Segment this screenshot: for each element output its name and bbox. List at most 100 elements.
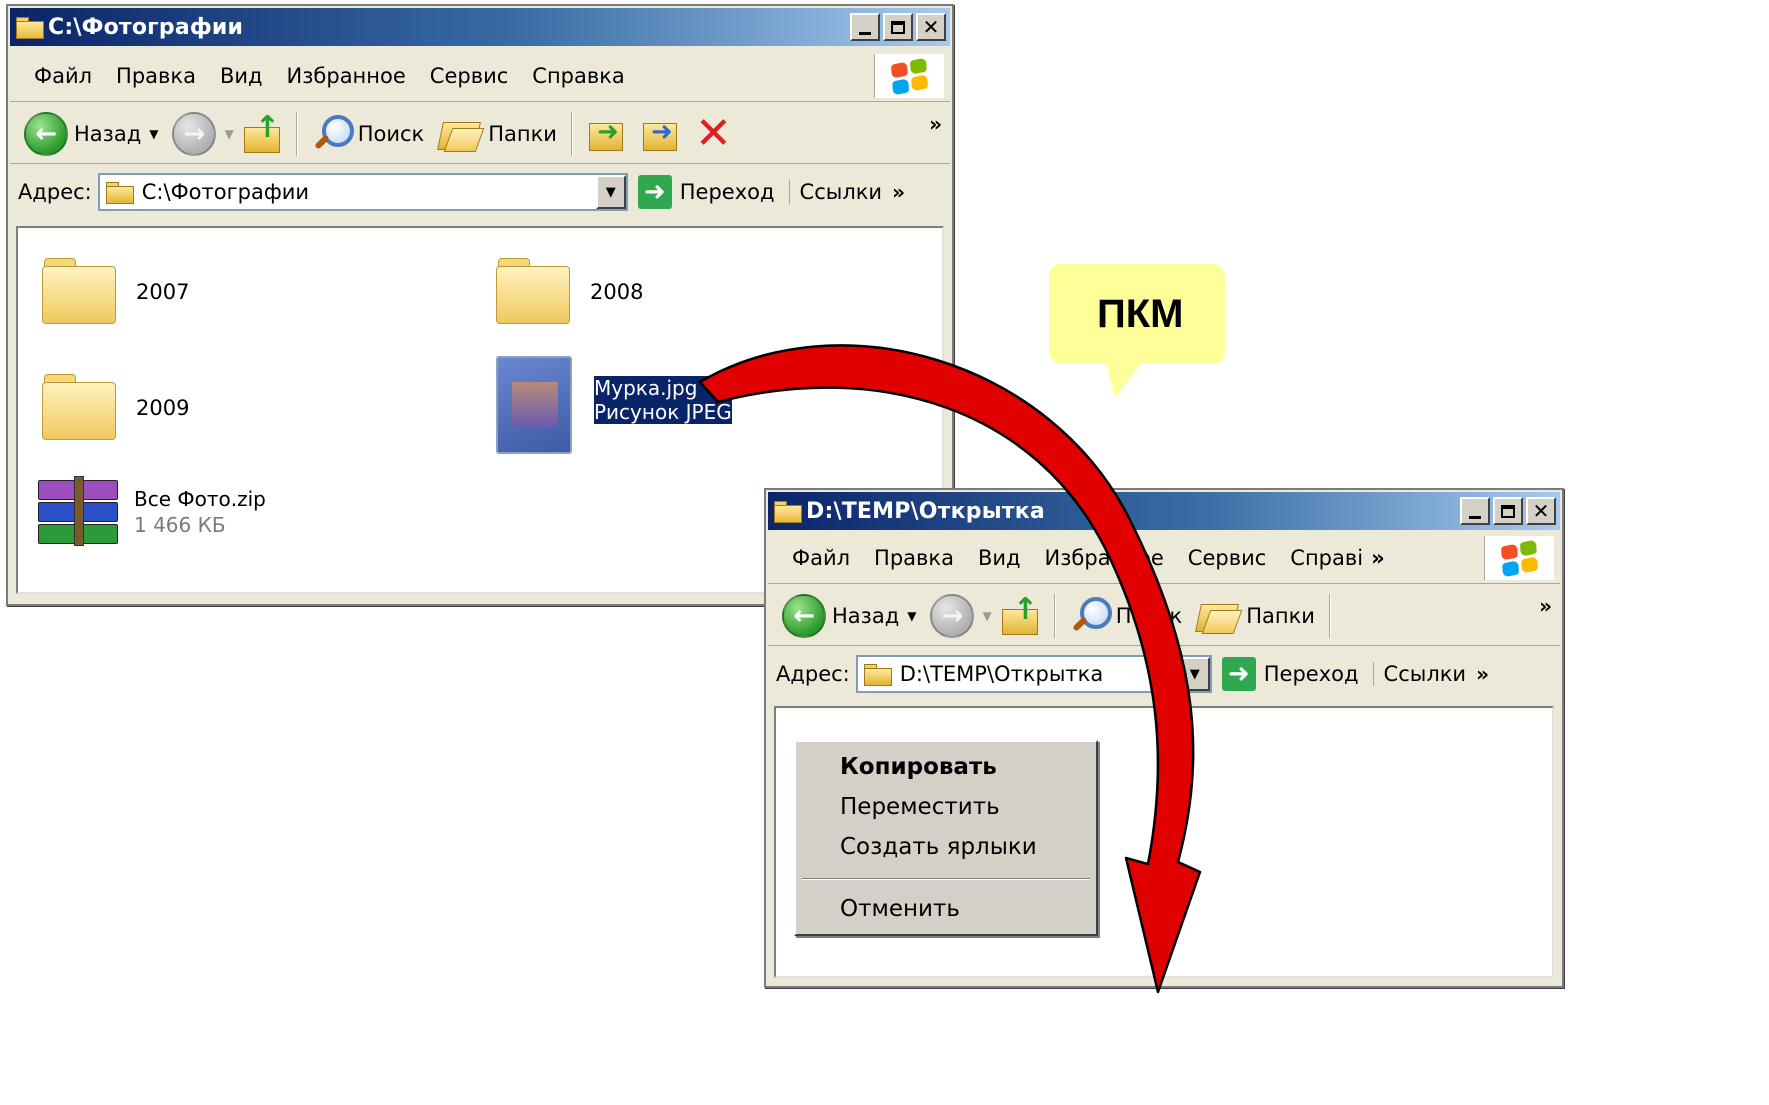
menu-file[interactable]: Файл — [34, 64, 92, 88]
address-value: D:\TEMP\Открытка — [899, 662, 1104, 686]
item-name: 2009 — [136, 396, 190, 420]
address-dropdown-icon[interactable]: ▼ — [595, 175, 626, 209]
go-button[interactable]: ➜ Переход — [1221, 657, 1359, 691]
back-button[interactable]: ← Назад ▼ — [782, 593, 916, 638]
back-arrow-icon: ← — [24, 111, 68, 156]
folder-up-icon: ↑ — [254, 109, 280, 145]
copy-to-button[interactable]: ➜ — [639, 113, 681, 155]
folder-icon — [494, 252, 572, 324]
search-button[interactable]: Поиск — [1070, 595, 1182, 637]
maximize-button[interactable] — [883, 13, 913, 41]
window-controls: ✕ — [850, 13, 946, 41]
menu-view[interactable]: Вид — [220, 64, 263, 88]
search-button[interactable]: Поиск — [312, 113, 425, 155]
folder-item-2009[interactable]: 2009 — [40, 368, 190, 440]
search-label: Поиск — [357, 121, 425, 146]
menu-favorites[interactable]: Избранное — [287, 64, 406, 88]
folders-button[interactable]: Папки — [438, 114, 557, 154]
maximize-button[interactable] — [1493, 497, 1523, 525]
windows-flag-icon — [890, 57, 929, 95]
toolbar-separator — [1328, 593, 1331, 638]
folder-icon — [40, 368, 118, 440]
chevron-down-icon[interactable]: ▼ — [907, 609, 916, 623]
folders-label: Папки — [488, 121, 557, 146]
address-input[interactable]: C:\Фотографии ▼ — [97, 173, 628, 211]
folder-item-2008[interactable]: 2008 — [494, 252, 643, 324]
go-button[interactable]: ➜ Переход — [637, 175, 775, 209]
close-icon: ✕ — [922, 15, 940, 39]
menu-help[interactable]: Справка — [532, 64, 625, 88]
menu-edit[interactable]: Правка — [874, 546, 954, 570]
menu-tools[interactable]: Сервис — [1188, 546, 1266, 570]
file-item-murka-jpg[interactable]: Мурка.jpg Рисунок JPEG — [496, 356, 732, 454]
folder-item-2007[interactable]: 2007 — [40, 252, 190, 324]
selected-file-label: Мурка.jpg Рисунок JPEG — [594, 376, 732, 424]
go-arrow-icon: ➜ — [637, 175, 672, 209]
toolbar-overflow-icon[interactable]: » — [1539, 594, 1552, 618]
title-bar[interactable]: C:\Фотографии ✕ — [10, 8, 950, 46]
address-value: C:\Фотографии — [141, 180, 310, 204]
minimize-button[interactable] — [1460, 497, 1490, 525]
file-item-zip[interactable]: Все Фото.zip 1 466 КБ — [34, 476, 266, 546]
title-bar[interactable]: D:\TEMP\Открытка ✕ — [768, 492, 1560, 530]
address-label: Адрес: — [18, 180, 92, 204]
menu-item-copy[interactable]: Копировать — [840, 754, 997, 780]
chevron-down-icon[interactable]: ▼ — [224, 127, 233, 141]
chevron-down-icon[interactable]: ▼ — [149, 127, 158, 141]
item-name: 2007 — [136, 280, 190, 304]
forward-button[interactable]: → ▼ — [930, 593, 992, 638]
menu-separator — [802, 878, 1090, 880]
address-bar: Адрес: C:\Фотографии ▼ ➜ Переход Ссылки … — [10, 166, 950, 218]
folders-icon — [1196, 596, 1240, 636]
folders-icon — [438, 114, 482, 154]
item-name: Все Фото.zip — [134, 487, 266, 511]
forward-button[interactable]: → ▼ — [172, 111, 234, 156]
links-overflow-icon[interactable]: » — [1476, 662, 1489, 686]
standard-toolbar: ← Назад ▼ → ▼ ↑ Поиск Папки ➜ ➜ ✕ » — [10, 104, 950, 164]
menu-overflow-icon[interactable]: » — [1371, 546, 1385, 570]
links-button[interactable]: Ссылки — [788, 180, 882, 204]
back-button[interactable]: ← Назад ▼ — [24, 111, 158, 156]
menu-item-move[interactable]: Переместить — [840, 794, 1000, 820]
menu-help[interactable]: Справі — [1290, 546, 1363, 570]
folder-up-icon: ↑ — [1012, 591, 1038, 627]
menu-item-cancel[interactable]: Отменить — [840, 896, 960, 922]
address-input[interactable]: D:\TEMP\Открытка ▼ — [855, 655, 1212, 693]
folder-up-button[interactable]: ↑ — [1000, 591, 1040, 637]
windows-logo — [874, 54, 944, 98]
menu-item-create-shortcuts[interactable]: Создать ярлыки — [840, 834, 1037, 860]
address-dropdown-icon[interactable]: ▼ — [1179, 657, 1210, 691]
menu-file[interactable]: Файл — [792, 546, 850, 570]
minimize-icon — [1469, 515, 1481, 519]
delete-icon[interactable]: ✕ — [695, 111, 732, 156]
folder-up-button[interactable]: ↑ — [242, 109, 282, 155]
toolbar-overflow-icon[interactable]: » — [929, 112, 942, 136]
menu-tools[interactable]: Сервис — [430, 64, 508, 88]
links-overflow-icon[interactable]: » — [892, 180, 905, 204]
back-label: Назад — [74, 121, 142, 146]
close-button[interactable]: ✕ — [916, 13, 946, 41]
menu-favorites[interactable]: Избранное — [1045, 546, 1164, 570]
back-label: Назад — [832, 603, 900, 628]
minimize-button[interactable] — [850, 13, 880, 41]
window-title: C:\Фотографии — [48, 14, 244, 40]
go-label: Переход — [679, 180, 775, 204]
minimize-icon — [859, 31, 871, 35]
links-button[interactable]: Ссылки — [1372, 662, 1466, 686]
item-name: Мурка.jpg — [594, 376, 698, 400]
chevron-down-icon[interactable]: ▼ — [982, 609, 991, 623]
toolbar-separator — [570, 111, 573, 156]
folder-icon — [40, 252, 118, 324]
item-type: Рисунок JPEG — [594, 400, 732, 424]
jpeg-file-icon — [496, 356, 572, 454]
menu-view[interactable]: Вид — [978, 546, 1021, 570]
close-button[interactable]: ✕ — [1526, 497, 1556, 525]
menu-edit[interactable]: Правка — [116, 64, 196, 88]
window-title: D:\TEMP\Открытка — [806, 498, 1045, 524]
maximize-icon — [891, 20, 905, 34]
folders-button[interactable]: Папки — [1196, 596, 1315, 636]
go-arrow-icon: ➜ — [1221, 657, 1256, 691]
move-to-button[interactable]: ➜ — [585, 113, 627, 155]
zip-label: Все Фото.zip 1 466 КБ — [134, 486, 266, 538]
menu-bar: Файл Правка Вид Избранное Сервис Справка — [10, 50, 950, 102]
